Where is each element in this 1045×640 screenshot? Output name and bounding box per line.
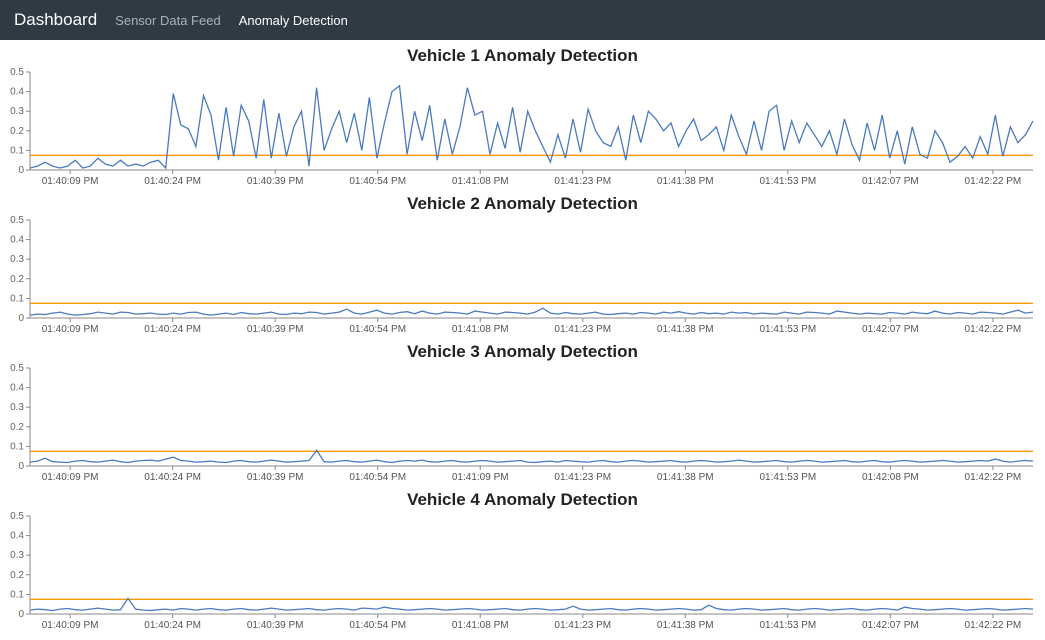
x-tick-label: 01:40:54 PM [349, 324, 406, 335]
series-line [30, 308, 1033, 315]
y-tick-label: 0.1 [10, 589, 24, 600]
x-tick-label: 01:41:53 PM [759, 472, 816, 483]
x-tick-label: 01:41:08 PM [452, 620, 509, 631]
chart-title: Vehicle 4 Anomaly Detection [0, 490, 1045, 510]
x-tick-label: 01:42:22 PM [965, 472, 1022, 483]
y-tick-label: 0.3 [10, 402, 24, 413]
x-tick-label: 01:41:23 PM [554, 620, 611, 631]
y-tick-label: 0 [18, 313, 24, 324]
x-tick-label: 01:41:53 PM [759, 324, 816, 335]
x-tick-label: 01:41:38 PM [657, 472, 714, 483]
x-tick-label: 01:40:39 PM [247, 472, 304, 483]
chart-2: Vehicle 2 Anomaly Detection 0 0.1 0.2 0.3 0.4… [0, 188, 1045, 336]
charts-container: Vehicle 1 Anomaly Detection 0 0.1 0.2 0.3 0.4… [0, 40, 1045, 640]
y-tick-label: 0.2 [10, 126, 24, 137]
x-tick-label: 01:40:09 PM [42, 324, 99, 335]
x-tick-label: 01:41:53 PM [759, 176, 816, 187]
x-tick-label: 01:41:23 PM [554, 324, 611, 335]
x-tick-label: 01:42:07 PM [862, 176, 919, 187]
x-tick-label: 01:42:22 PM [965, 324, 1022, 335]
x-tick-label: 01:41:08 PM [452, 324, 509, 335]
chart-title: Vehicle 3 Anomaly Detection [0, 342, 1045, 362]
x-tick-label: 01:40:24 PM [144, 472, 201, 483]
x-tick-label: 01:41:23 PM [554, 176, 611, 187]
chart-title: Vehicle 1 Anomaly Detection [0, 46, 1045, 66]
y-tick-label: 0 [18, 461, 24, 472]
x-tick-label: 01:42:22 PM [965, 176, 1022, 187]
x-tick-label: 01:41:38 PM [657, 620, 714, 631]
series-line [30, 450, 1033, 462]
app-title: Dashboard [14, 10, 97, 30]
chart-svg: 0 0.1 0.2 0.3 0.4 0.5 01:40:09 PM 01:40:24 PM 01… [0, 512, 1045, 632]
y-tick-label: 0.4 [10, 531, 24, 542]
x-tick-label: 01:41:23 PM [554, 472, 611, 483]
chart-title: Vehicle 2 Anomaly Detection [0, 194, 1045, 214]
y-tick-label: 0.3 [10, 550, 24, 561]
x-tick-label: 01:40:39 PM [247, 620, 304, 631]
y-tick-label: 0.5 [10, 68, 24, 78]
y-tick-label: 0.1 [10, 293, 24, 304]
y-tick-label: 0.2 [10, 422, 24, 433]
top-navbar: Dashboard Sensor Data Feed Anomaly Detec… [0, 0, 1045, 40]
y-tick-label: 0.5 [10, 512, 24, 522]
x-tick-label: 01:40:24 PM [144, 324, 201, 335]
x-tick-label: 01:41:08 PM [452, 176, 509, 187]
x-tick-label: 01:40:54 PM [349, 176, 406, 187]
y-tick-label: 0.4 [10, 87, 24, 98]
x-tick-label: 01:42:07 PM [862, 620, 919, 631]
x-tick-label: 01:40:54 PM [349, 472, 406, 483]
y-tick-label: 0.4 [10, 235, 24, 246]
x-tick-label: 01:40:39 PM [247, 324, 304, 335]
x-tick-label: 01:40:24 PM [144, 176, 201, 187]
x-tick-label: 01:42:07 PM [862, 324, 919, 335]
x-tick-label: 01:40:39 PM [247, 176, 304, 187]
x-tick-label: 01:40:54 PM [349, 620, 406, 631]
y-tick-label: 0.2 [10, 570, 24, 581]
chart-svg: 0 0.1 0.2 0.3 0.4 0.5 01:40:09 PM 01:40:24 PM 01… [0, 216, 1045, 336]
y-tick-label: 0.1 [10, 145, 24, 156]
x-tick-label: 01:40:09 PM [42, 176, 99, 187]
x-tick-label: 01:40:09 PM [42, 620, 99, 631]
series-line [30, 598, 1033, 610]
nav-link-anomaly-detection[interactable]: Anomaly Detection [239, 13, 348, 28]
x-tick-label: 01:40:24 PM [144, 620, 201, 631]
chart-4: Vehicle 4 Anomaly Detection 0 0.1 0.2 0.3 0.4… [0, 484, 1045, 632]
chart-svg: 0 0.1 0.2 0.3 0.4 0.5 01:40:09 PM 01:40:24 PM 01… [0, 364, 1045, 484]
y-tick-label: 0.4 [10, 383, 24, 394]
x-tick-label: 01:41:53 PM [759, 620, 816, 631]
y-tick-label: 0.5 [10, 364, 24, 374]
y-tick-label: 0 [18, 609, 24, 620]
y-tick-label: 0.1 [10, 441, 24, 452]
x-tick-label: 01:42:08 PM [862, 472, 919, 483]
y-tick-label: 0.2 [10, 274, 24, 285]
x-tick-label: 01:41:09 PM [452, 472, 509, 483]
chart-svg: 0 0.1 0.2 0.3 0.4 0.5 01:40:09 PM 01:40:24 PM 01… [0, 68, 1045, 188]
nav-link-sensor-data-feed[interactable]: Sensor Data Feed [115, 13, 221, 28]
x-tick-label: 01:41:38 PM [657, 176, 714, 187]
x-tick-label: 01:42:22 PM [965, 620, 1022, 631]
y-tick-label: 0 [18, 165, 24, 176]
y-tick-label: 0.3 [10, 254, 24, 265]
x-tick-label: 01:40:09 PM [42, 472, 99, 483]
y-tick-label: 0.5 [10, 216, 24, 226]
chart-3: Vehicle 3 Anomaly Detection 0 0.1 0.2 0.3 0.4… [0, 336, 1045, 484]
y-tick-label: 0.3 [10, 106, 24, 117]
chart-1: Vehicle 1 Anomaly Detection 0 0.1 0.2 0.3 0.4… [0, 40, 1045, 188]
x-tick-label: 01:41:38 PM [657, 324, 714, 335]
